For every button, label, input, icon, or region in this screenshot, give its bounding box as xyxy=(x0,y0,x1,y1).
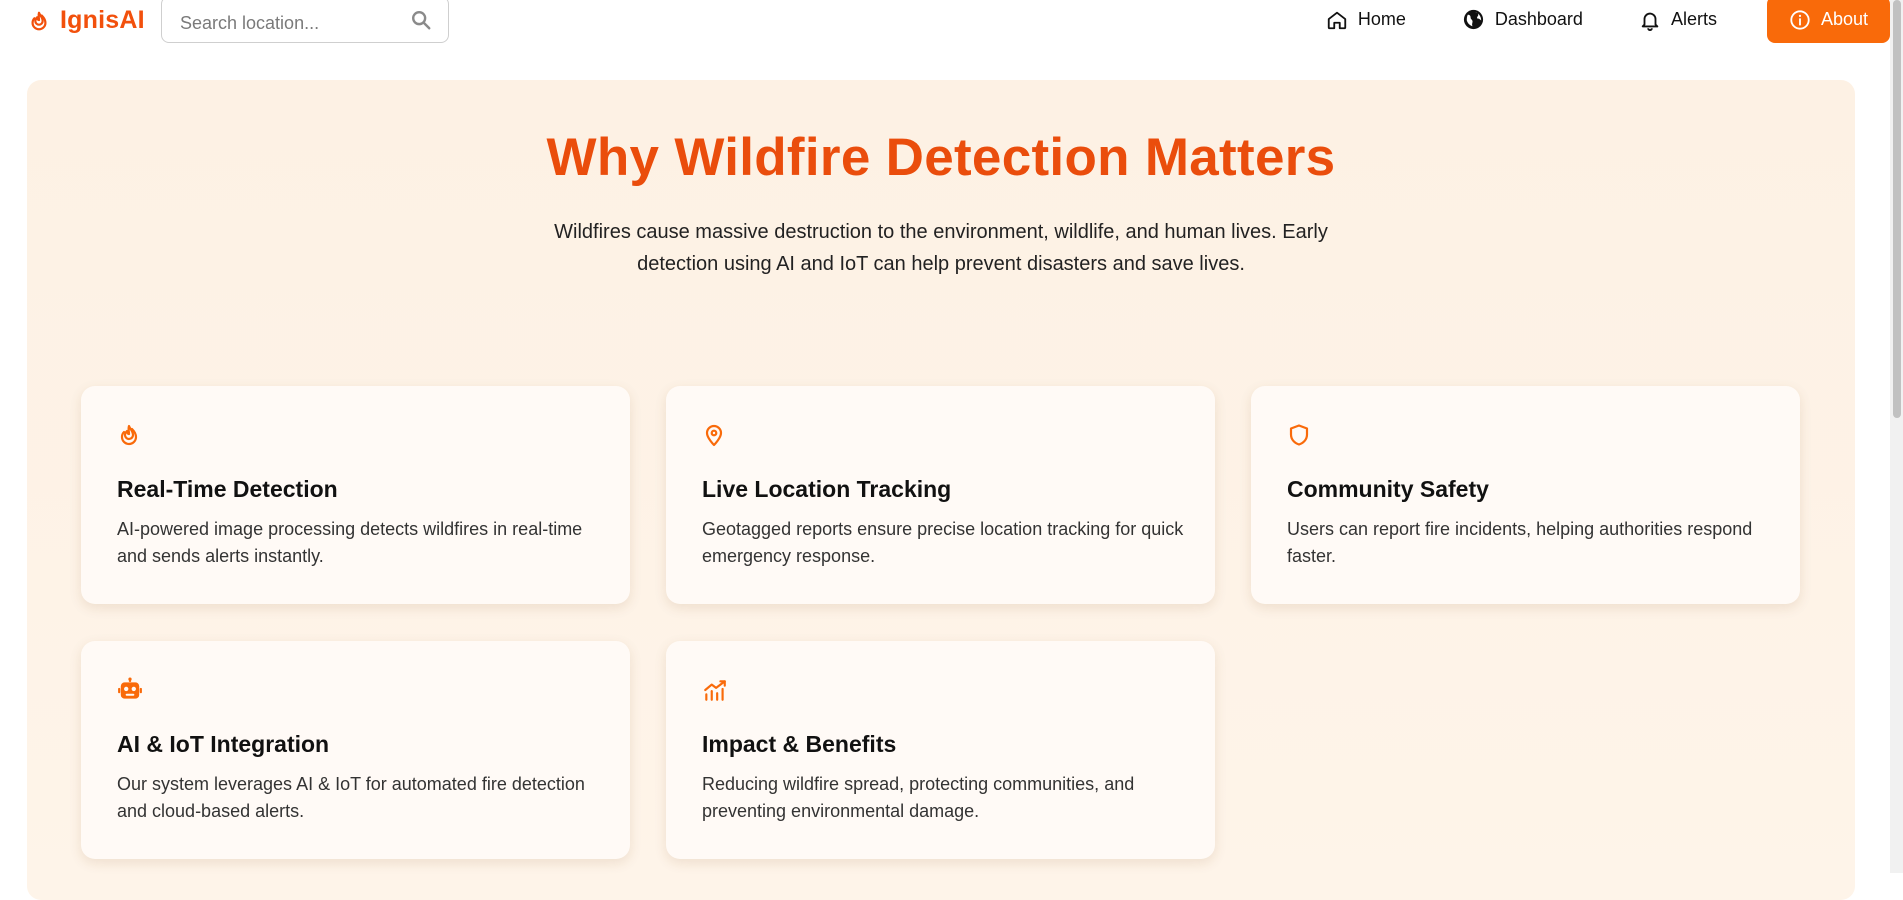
home-icon xyxy=(1326,9,1348,31)
shield-icon xyxy=(1287,422,1313,448)
card-description: AI-powered image processing detects wild… xyxy=(117,519,583,566)
search-input[interactable] xyxy=(162,0,392,42)
feature-card-ai-iot-integration: AI & IoT Integration Our system leverage… xyxy=(81,641,630,859)
flame-icon xyxy=(117,422,143,448)
map-pin-icon xyxy=(702,422,728,448)
page-title: Why Wildfire Detection Matters xyxy=(546,128,1336,187)
card-title: Community Safety xyxy=(1287,476,1489,502)
nav-item-label: About xyxy=(1820,9,1868,29)
card-title: Real-Time Detection xyxy=(117,476,338,502)
nav-item-label: Home xyxy=(1357,9,1406,29)
flame-icon xyxy=(28,9,50,33)
card-description: Geotagged reports ensure precise locatio… xyxy=(702,519,1184,566)
nav-item-dashboard[interactable]: Dashboard xyxy=(1448,0,1597,43)
scrollbar-thumb[interactable] xyxy=(1893,0,1901,418)
bell-icon xyxy=(1639,9,1661,31)
brand-name: IgnisAI xyxy=(60,6,145,34)
navbar: IgnisAI Home xyxy=(0,0,1890,60)
card-description: Reducing wildfire spread, protecting com… xyxy=(702,774,1135,821)
feature-card-real-time-detection: Real-Time Detection AI-powered image pro… xyxy=(81,386,630,604)
card-title: AI & IoT Integration xyxy=(117,731,330,757)
nav-item-alerts[interactable]: Alerts xyxy=(1625,0,1731,43)
nav-item-about[interactable]: About xyxy=(1766,0,1890,43)
globe-icon xyxy=(1462,8,1485,31)
feature-card-live-location-tracking: Live Location Tracking Geotagged reports… xyxy=(666,386,1215,604)
card-description: Our system leverages AI & IoT for automa… xyxy=(117,774,585,821)
card-title: Live Location Tracking xyxy=(702,476,952,502)
nav-item-label: Dashboard xyxy=(1494,9,1583,29)
search-box xyxy=(161,0,449,43)
card-description: Users can report fire incidents, helping… xyxy=(1287,519,1753,566)
robot-icon xyxy=(117,677,143,703)
hero-description: Wildfires cause massive destruction to t… xyxy=(554,221,1328,275)
info-icon xyxy=(1789,9,1811,31)
page-scrollbar[interactable] xyxy=(1890,0,1903,873)
hero-section: Why Wildfire Detection Matters Wildfires… xyxy=(27,80,1855,900)
card-title: Impact & Benefits xyxy=(702,731,897,757)
nav-item-home[interactable]: Home xyxy=(1312,0,1420,43)
brand-logo[interactable]: IgnisAI xyxy=(28,6,145,35)
chart-icon xyxy=(702,677,728,703)
feature-card-community-safety: Community Safety Users can report fire i… xyxy=(1251,386,1800,604)
nav-links: Home Dashboard Alerts About xyxy=(1284,0,1890,43)
nav-item-label: Alerts xyxy=(1670,9,1717,29)
search-icon[interactable] xyxy=(408,7,434,33)
feature-card-impact-benefits: Impact & Benefits Reducing wildfire spre… xyxy=(666,641,1215,859)
